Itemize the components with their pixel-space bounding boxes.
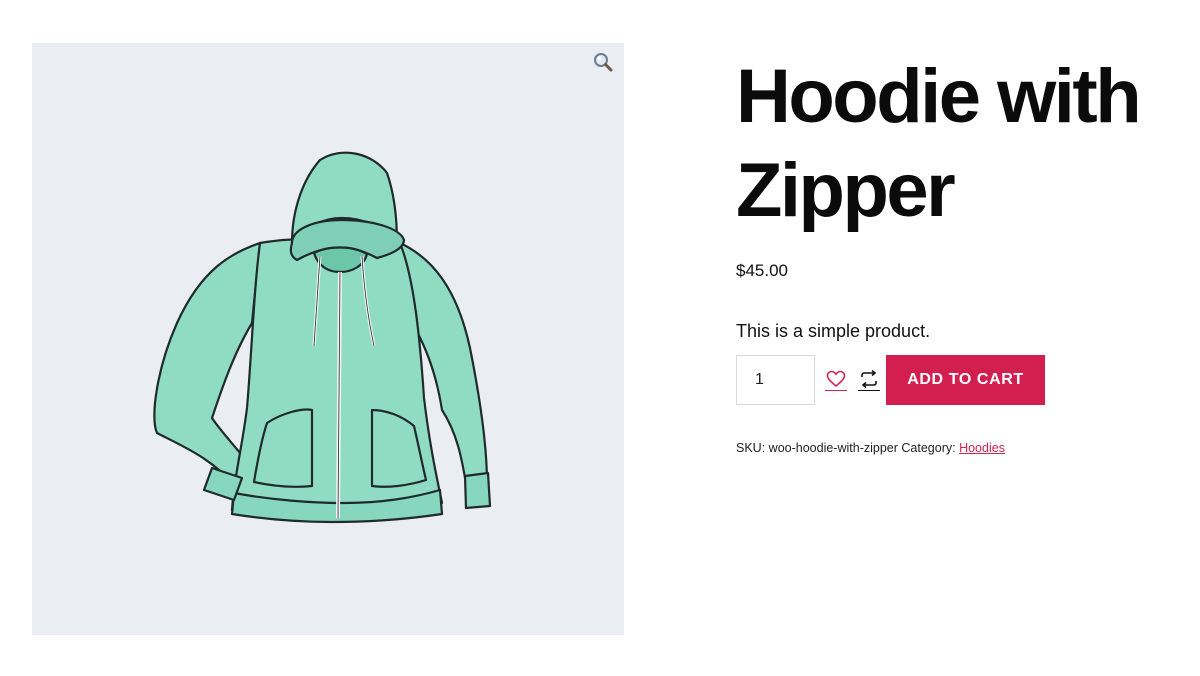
product-meta: SKU: woo-hoodie-with-zipper Category: Ho… bbox=[736, 441, 1200, 455]
category-link[interactable]: Hoodies bbox=[959, 441, 1005, 455]
product-summary: Hoodie with Zipper $45.00 This is a simp… bbox=[736, 50, 1200, 455]
compare-button[interactable] bbox=[858, 369, 880, 391]
quantity-input[interactable] bbox=[736, 355, 815, 405]
product-image[interactable] bbox=[142, 148, 512, 528]
add-to-cart-form: ADD TO CART bbox=[736, 355, 1200, 405]
product-page: Hoodie with Zipper $45.00 This is a simp… bbox=[0, 0, 1200, 676]
product-gallery bbox=[32, 43, 624, 635]
compare-arrows-icon bbox=[861, 369, 877, 388]
wishlist-button[interactable] bbox=[825, 369, 847, 391]
product-title: Hoodie with Zipper bbox=[736, 54, 1142, 233]
magnifier-icon bbox=[594, 53, 613, 72]
sku-value: woo-hoodie-with-zipper bbox=[768, 441, 898, 455]
product-price: $45.00 bbox=[736, 261, 788, 280]
heart-icon bbox=[826, 370, 846, 387]
add-to-cart-button[interactable]: ADD TO CART bbox=[886, 355, 1045, 405]
product-short-description: This is a simple product. bbox=[736, 321, 931, 341]
category-label: Category: bbox=[901, 441, 956, 455]
zoom-button[interactable] bbox=[592, 51, 614, 73]
sku-label: SKU: bbox=[736, 441, 766, 455]
